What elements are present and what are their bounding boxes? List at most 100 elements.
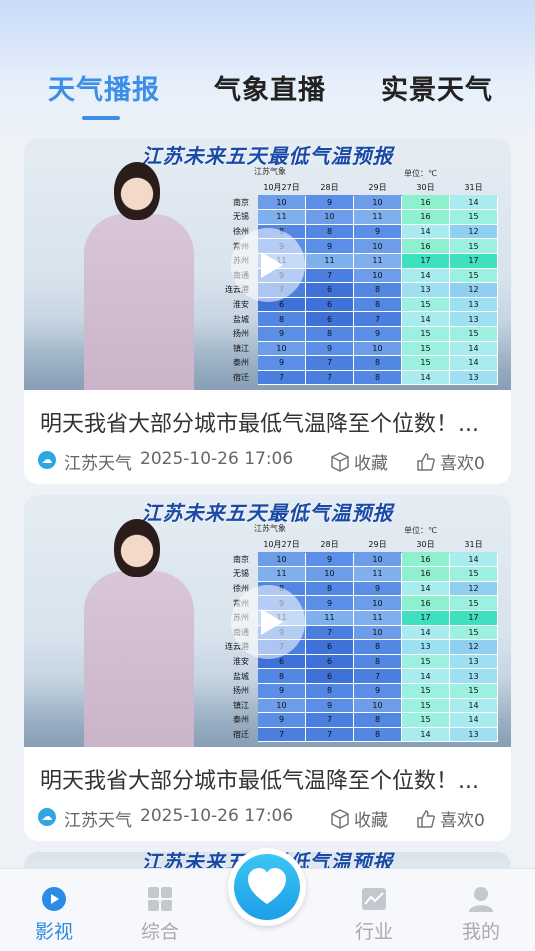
temperature-cell: 14 (401, 223, 450, 240)
temperature-cell: 15 (449, 595, 498, 611)
tab-real-scene-weather[interactable]: 实景天气 (381, 68, 493, 107)
top-tabs: 天气播报 气象直播 实景天气 (0, 68, 535, 128)
temperature-cell: 16 (401, 595, 450, 611)
temperature-cell: 11 (353, 209, 402, 225)
thumbs-up-icon (417, 453, 435, 471)
temperature-cell: 13 (449, 653, 498, 670)
temperature-cell: 13 (449, 369, 498, 386)
temperature-cell: 7 (257, 726, 306, 743)
table-row: 淮安 6 6 8 15 13 (203, 653, 498, 670)
source-name: 江苏天气 (64, 811, 132, 831)
temperature-cell: 8 (305, 682, 354, 699)
publish-time: 2025-10-26 17:06 (140, 806, 294, 826)
heart-icon (248, 868, 286, 904)
temperature-cell: 7 (305, 267, 354, 284)
nav-label: 影视 (34, 921, 73, 943)
nav-item-video[interactable]: 影视 (24, 885, 84, 944)
temperature-cell: 7 (353, 311, 402, 327)
card-title[interactable]: 明天我省大部分城市最低气温降至个位数！... (40, 763, 500, 795)
card-title[interactable]: 明天我省大部分城市最低气温降至个位数！... (40, 406, 500, 438)
temperature-cell: 13 (401, 282, 450, 298)
temperature-cell: 10 (257, 697, 306, 714)
temperature-cell: 17 (401, 609, 450, 626)
video-thumbnail[interactable]: 江苏未来五天最低气温预报 江苏气象 单位：℃ 10月27日 28日 29日 30日 31… (24, 495, 511, 747)
table-row: 镇江 10 9 10 15 14 (203, 697, 498, 714)
temperature-cell: 15 (401, 682, 450, 699)
temperature-cell: 10 (257, 551, 306, 568)
temperature-cell: 16 (401, 566, 450, 582)
favorite-button[interactable]: 收藏 (330, 806, 388, 831)
temperature-cell: 14 (401, 726, 450, 743)
temperature-cell: 6 (305, 668, 354, 684)
temperature-cell: 10 (353, 340, 402, 357)
table-corner (203, 181, 258, 196)
temperature-cell: 17 (401, 252, 450, 269)
temperature-cell: 10 (353, 551, 402, 568)
table-header: 28日 (320, 183, 339, 193)
temperature-cell: 15 (449, 566, 498, 582)
temperature-cell: 7 (305, 624, 354, 641)
temperature-cell: 12 (449, 282, 498, 298)
source-logo-icon: ☁ (38, 451, 56, 469)
temperature-cell: 8 (353, 355, 402, 371)
table-row: 镇江 10 9 10 15 14 (203, 340, 498, 357)
active-tab-underline (82, 116, 120, 120)
play-button-icon[interactable] (231, 228, 305, 302)
favorite-button[interactable]: 收藏 (330, 449, 388, 474)
nav-label: 行业 (354, 921, 393, 943)
table-header: 30日 (416, 183, 435, 193)
temperature-cell: 15 (401, 712, 450, 728)
like-button[interactable]: 喜欢0 (416, 449, 485, 474)
thumbnail-unit: 单位：℃ (404, 526, 437, 535)
table-header: 30日 (416, 540, 435, 550)
temperature-cell: 11 (257, 566, 306, 582)
temperature-cell: 16 (401, 551, 450, 568)
video-card[interactable]: 江苏未来五天最低气温预报 江苏气象 单位：℃ 10月27日 28日 29日 30日 31… (24, 495, 511, 841)
temperature-cell: 10 (257, 194, 306, 211)
temperature-cell: 13 (449, 668, 498, 684)
temperature-cell: 7 (305, 726, 354, 743)
temperature-cell: 15 (449, 238, 498, 254)
card-meta: ☁ 江苏天气 2025-10-26 17:06 收藏 喜欢0 (38, 449, 498, 474)
temperature-cell: 8 (353, 282, 402, 298)
temperature-cell: 13 (449, 311, 498, 327)
temperature-cell: 15 (449, 624, 498, 641)
temperature-cell: 9 (305, 194, 354, 211)
temperature-cell: 9 (305, 595, 354, 611)
nav-item-industry[interactable]: 行业 (344, 885, 404, 944)
table-row: 扬州 9 8 9 15 15 (203, 325, 498, 342)
temperature-cell: 13 (449, 726, 498, 743)
nav-item-mine[interactable]: 我的 (451, 885, 511, 944)
city-name: 无锡 (233, 569, 249, 579)
play-button-icon[interactable] (231, 585, 305, 659)
table-header: 29日 (368, 183, 387, 193)
temperature-cell: 7 (353, 668, 402, 684)
table-header: 28日 (320, 540, 339, 550)
temperature-cell: 15 (449, 209, 498, 225)
video-card[interactable]: 江苏未来五天最低气温预报 江苏气象 单位：℃ 10月27日 28日 29日 30日 31… (24, 138, 511, 484)
table-corner (203, 538, 258, 553)
center-favorite-button[interactable] (228, 848, 306, 926)
video-thumbnail[interactable]: 江苏未来五天最低气温预报 江苏气象 单位：℃ 10月27日 28日 29日 30日 31… (24, 138, 511, 390)
temperature-cell: 14 (449, 340, 498, 357)
publish-time: 2025-10-26 17:06 (140, 449, 294, 469)
city-name: 南京 (233, 554, 249, 564)
temperature-cell: 8 (305, 580, 354, 597)
thumbs-up-icon (417, 810, 435, 828)
tab-weather-broadcast[interactable]: 天气播报 (48, 68, 160, 107)
city-name: 淮安 (233, 657, 249, 667)
nav-item-general[interactable]: 综合 (130, 885, 190, 944)
presenter-image (84, 519, 194, 747)
temperature-cell: 15 (401, 325, 450, 342)
like-button[interactable]: 喜欢0 (416, 806, 485, 831)
tab-weather-live[interactable]: 气象直播 (214, 68, 326, 107)
temperature-cell: 11 (257, 209, 306, 225)
temperature-cell: 11 (305, 609, 354, 626)
temperature-cell: 9 (353, 325, 402, 342)
temperature-cell: 8 (353, 639, 402, 655)
city-name: 镇江 (233, 343, 249, 353)
temperature-cell: 6 (305, 311, 354, 327)
table-row: 无锡 11 10 11 16 15 (203, 566, 498, 582)
table-row: 南京 10 9 10 16 14 (203, 551, 498, 568)
temperature-cell: 7 (305, 369, 354, 386)
